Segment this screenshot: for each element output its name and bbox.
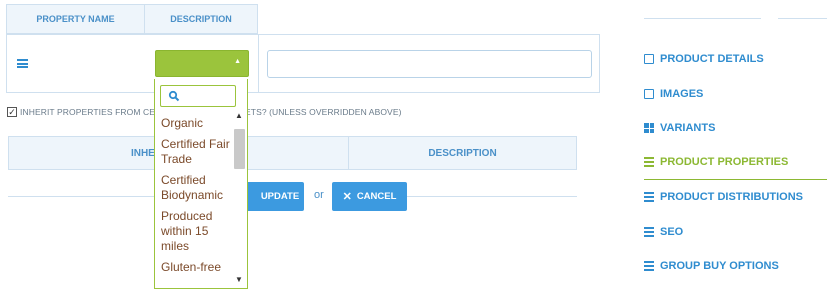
dropdown-search-input[interactable] xyxy=(160,85,236,107)
image-icon xyxy=(644,88,654,99)
grid-icon xyxy=(644,123,654,134)
sidebar-item-group-buy-options[interactable]: GROUP BUY OPTIONS xyxy=(644,249,827,284)
drag-handle-icon[interactable] xyxy=(17,59,28,68)
sidebar-item-seo[interactable]: SEO xyxy=(644,215,827,250)
dropdown-option[interactable]: Produced within 15 miles xyxy=(155,206,231,257)
scroll-down-icon[interactable]: ▼ xyxy=(234,275,244,284)
sidebar-item-images[interactable]: IMAGES xyxy=(644,77,827,112)
property-name-column-header: PROPERTY NAME xyxy=(6,4,145,34)
dropdown-option[interactable]: Certified Fair Trade xyxy=(155,134,231,170)
sidebar-divider xyxy=(644,18,761,19)
list-icon xyxy=(644,157,654,168)
inherited-description-column-header: DESCRIPTION xyxy=(428,147,497,159)
dropdown-option[interactable]: Gluten-free xyxy=(155,257,231,278)
sidebar-divider xyxy=(778,18,827,19)
property-table-header: PROPERTY NAME DESCRIPTION xyxy=(6,4,258,34)
edit-icon xyxy=(644,54,654,65)
list-icon xyxy=(644,192,654,203)
sidebar-nav: PRODUCT DETAILS IMAGES VARIANTS PRODUCT … xyxy=(644,42,827,284)
cancel-button[interactable]: ✕ CANCEL xyxy=(332,182,407,211)
caret-up-icon: ▲ xyxy=(234,58,241,65)
sidebar-item-variants[interactable]: VARIANTS xyxy=(644,111,827,146)
property-select[interactable]: ▲ xyxy=(155,50,249,77)
sidebar-item-product-properties[interactable]: PRODUCT PROPERTIES xyxy=(644,146,827,180)
description-column-header: DESCRIPTION xyxy=(145,4,258,34)
dropdown-option[interactable]: Certified Biodynamic xyxy=(155,170,231,206)
divider-line xyxy=(407,196,577,197)
sidebar-item-product-details[interactable]: PRODUCT DETAILS xyxy=(644,42,827,77)
dropdown-options: Organic Certified Fair Trade Certified B… xyxy=(155,113,231,278)
dropdown-option[interactable]: Organic xyxy=(155,113,231,134)
dropdown-scrollbar[interactable]: ▲ ▼ xyxy=(233,109,245,288)
list-icon xyxy=(644,226,654,237)
scrollbar-thumb[interactable] xyxy=(234,129,245,169)
sidebar-item-product-distributions[interactable]: PRODUCT DISTRIBUTIONS xyxy=(644,180,827,215)
property-dropdown: Organic Certified Fair Trade Certified B… xyxy=(154,79,248,289)
inherit-checkbox[interactable]: ✓ xyxy=(7,107,17,117)
description-input[interactable] xyxy=(267,50,592,78)
list-icon xyxy=(644,261,654,272)
row-divider xyxy=(258,35,259,92)
inherited-properties-table: INHER DESCRIPTION xyxy=(8,136,577,170)
scroll-up-icon[interactable]: ▲ xyxy=(234,111,244,120)
search-icon xyxy=(168,90,180,102)
property-row: ▲ xyxy=(6,34,600,93)
or-text: or xyxy=(314,189,324,201)
close-icon: ✕ xyxy=(342,191,352,203)
